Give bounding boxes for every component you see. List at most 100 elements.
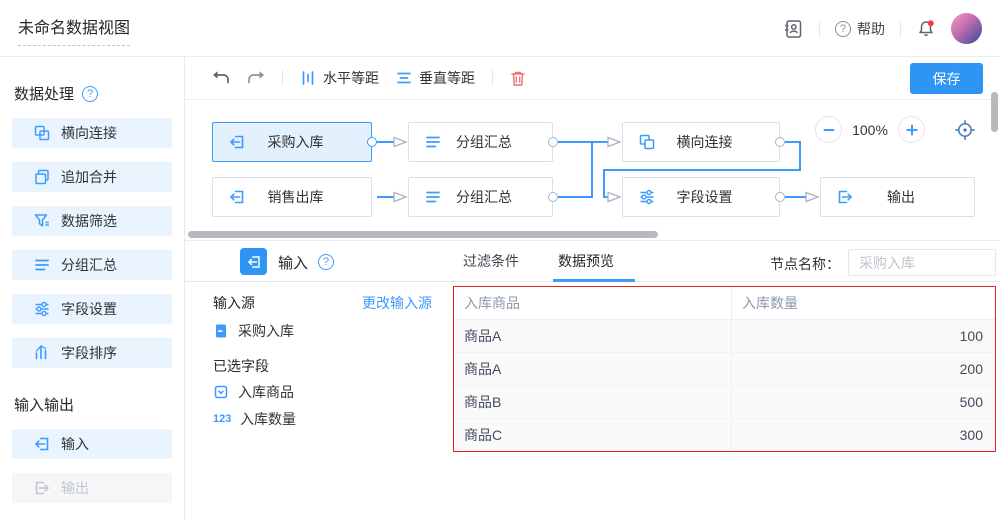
node-label: 分组汇总 (442, 132, 552, 152)
output-icon (33, 479, 51, 497)
zoom-out-button[interactable] (815, 116, 842, 143)
node-label: 销售出库 (246, 187, 371, 207)
node-name-input[interactable] (848, 249, 996, 276)
horizontal-scrollbar[interactable] (188, 231, 658, 238)
group-summary-icon (424, 188, 442, 206)
node-purchase-inbound[interactable]: 采购入库 (212, 122, 372, 162)
vertical-scrollbar[interactable] (991, 92, 998, 132)
table-row: 商品A 200 (454, 353, 995, 386)
node-label: 分组汇总 (442, 187, 552, 207)
table-cell: 商品A (454, 353, 731, 385)
panel-help-icon[interactable] (318, 254, 334, 270)
node-label: 输出 (854, 187, 974, 207)
zoom-controls: 100% (815, 116, 977, 143)
node-label: 采购入库 (246, 132, 371, 152)
field-name: 入库商品 (238, 382, 294, 402)
divider (900, 21, 901, 37)
node-output[interactable]: 输出 (820, 177, 975, 217)
horizontal-equal-spacing-label: 水平等距 (323, 68, 379, 88)
sidebar-item-label: 追加合并 (61, 167, 117, 187)
redo-button[interactable] (247, 70, 265, 86)
input-source-label: 输入源 (213, 293, 255, 313)
selected-fields-label: 已选字段 (213, 356, 269, 376)
sidebar-item-data-filter[interactable]: 数据筛选 (12, 206, 172, 236)
help-button[interactable]: 帮助 (835, 19, 885, 39)
avatar[interactable] (951, 13, 982, 44)
divider (282, 70, 283, 86)
join-horizontal-icon (638, 133, 656, 151)
topbar-actions: 帮助 (782, 0, 982, 57)
section-help-icon[interactable] (82, 86, 98, 102)
horizontal-equal-spacing-button[interactable]: 水平等距 (300, 68, 379, 88)
section-title-input-output: 输入输出 (14, 394, 170, 415)
page-title[interactable]: 未命名数据视图 (18, 14, 130, 46)
sidebar-item-join-horizontal[interactable]: 横向连接 (12, 118, 172, 148)
sidebar: 数据处理 横向连接 追加合并 (0, 57, 185, 520)
node-group-summary-2[interactable]: 分组汇总 (408, 177, 553, 217)
change-input-source-link[interactable]: 更改输入源 (362, 293, 432, 313)
field-settings-icon (638, 188, 656, 206)
sidebar-item-output[interactable]: 输出 (12, 473, 172, 503)
number-field-icon: 123 (213, 413, 231, 425)
output-port[interactable] (775, 137, 785, 147)
column-header: 入库数量 (731, 287, 995, 320)
sidebar-item-input[interactable]: 输入 (12, 429, 172, 459)
node-group-summary-1[interactable]: 分组汇总 (408, 122, 553, 162)
document-icon (213, 323, 229, 339)
help-icon (835, 21, 851, 37)
locate-center-button[interactable] (953, 118, 977, 142)
horizontal-spacing-icon (300, 70, 316, 86)
group-summary-icon (424, 133, 442, 151)
table-cell: 200 (731, 353, 995, 385)
table-cell: 商品B (454, 386, 731, 418)
undo-button[interactable] (212, 70, 230, 86)
output-port[interactable] (548, 192, 558, 202)
sidebar-item-field-settings[interactable]: 字段设置 (12, 294, 172, 324)
output-port[interactable] (548, 137, 558, 147)
zoom-in-button[interactable] (898, 116, 925, 143)
divider (492, 70, 493, 86)
join-horizontal-icon (33, 124, 51, 142)
notification-bell-icon[interactable] (916, 19, 936, 39)
input-icon (246, 254, 262, 270)
app-window: 未命名数据视图 帮助 (0, 0, 1000, 520)
node-label: 字段设置 (656, 187, 779, 207)
tab-filter-conditions[interactable]: 过滤条件 (463, 241, 519, 282)
table-cell: 100 (731, 320, 995, 352)
table-header-row: 入库商品 入库数量 (454, 287, 995, 320)
save-button[interactable]: 保存 (910, 63, 983, 94)
output-icon (836, 188, 854, 206)
column-header: 入库商品 (454, 287, 731, 320)
tab-data-preview[interactable]: 数据预览 (558, 241, 614, 282)
flow-canvas[interactable]: 水平等距 垂直等距 保存 (185, 57, 1000, 240)
field-item: 入库商品 (213, 382, 294, 402)
zoom-level: 100% (842, 122, 898, 138)
vertical-equal-spacing-button[interactable]: 垂直等距 (396, 68, 475, 88)
sidebar-item-append-merge[interactable]: 追加合并 (12, 162, 172, 192)
annotation-highlight-box: 入库商品 入库数量 商品A 100 商品A 200 商品B 500 商品C (453, 286, 996, 452)
data-preview-table: 入库商品 入库数量 商品A 100 商品A 200 商品B 500 商品C (454, 287, 995, 451)
select-field-icon (213, 384, 229, 400)
delete-node-button[interactable] (510, 70, 526, 87)
input-source-row: 输入源 更改输入源 (213, 293, 432, 313)
node-sales-outbound[interactable]: 销售出库 (212, 177, 372, 217)
sidebar-item-field-sort[interactable]: 字段排序 (12, 338, 172, 368)
input-source-name: 采购入库 (238, 321, 294, 341)
node-join-horizontal[interactable]: 横向连接 (622, 122, 780, 162)
table-row: 商品C 300 (454, 419, 995, 451)
sidebar-item-group-summary[interactable]: 分组汇总 (12, 250, 172, 280)
input-icon (33, 435, 51, 453)
data-filter-icon (33, 212, 51, 230)
address-book-icon[interactable] (782, 18, 804, 40)
node-label: 横向连接 (656, 132, 779, 152)
panel-header: 输入 过滤条件 数据预览 节点名称： (185, 241, 1000, 282)
node-config-panel: 输入 过滤条件 数据预览 节点名称： 输入源 更改输入源 采购入库 已选字段 入 (185, 240, 1000, 520)
canvas-toolbar: 水平等距 垂直等距 保存 (185, 57, 1000, 100)
input-icon (228, 188, 246, 206)
output-port[interactable] (367, 137, 377, 147)
node-field-settings[interactable]: 字段设置 (622, 177, 780, 217)
sidebar-item-label: 数据筛选 (61, 211, 117, 231)
panel-title: 输入 (278, 252, 308, 273)
top-header: 未命名数据视图 帮助 (0, 0, 1000, 57)
output-port[interactable] (775, 192, 785, 202)
